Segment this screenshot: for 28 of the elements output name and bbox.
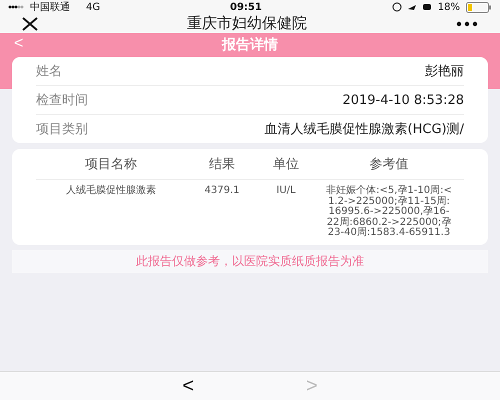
- table-cell-text: 非妊娠个体:<5,孕1-10周:<1.2->225000;孕11-15周: 16995.6->225000,孕16-22周:6860.2->225000;孕23-40周:1583.4-65911.3: [325, 184, 453, 240]
- field-label: 检查时间: [36, 92, 88, 109]
- table-cell-text: 4379.1: [204, 184, 240, 198]
- status-icons: [392, 2, 432, 12]
- battery-icon: [466, 2, 492, 12]
- field-label: 姓名: [36, 63, 62, 80]
- network-type: 4G: [86, 2, 100, 12]
- carrier-name: 中国联通: [30, 0, 70, 14]
- column-header: 结果: [186, 149, 258, 180]
- column-header: 项目名称: [36, 149, 186, 180]
- battery-percent: 18%: [438, 2, 460, 12]
- back-nav-button[interactable]: <: [176, 374, 200, 398]
- clock-time: 09:51: [230, 2, 262, 12]
- signal-icon: [8, 4, 24, 10]
- field-label: 项目类别: [36, 121, 88, 138]
- table-cell-text: IU/L: [275, 184, 297, 198]
- page-title: 重庆市妇幼保健院: [187, 14, 307, 33]
- close-icon[interactable]: [22, 16, 38, 30]
- column-header: 单位: [258, 149, 314, 180]
- field-value: 2019-4-10 8:53:28: [342, 92, 464, 108]
- column-header: 参考值: [314, 149, 464, 180]
- notice-banner: 此报告仅做参考，以医院实质纸质报告为准: [12, 250, 488, 272]
- header-title: 报告详情: [222, 36, 278, 54]
- field-value: 血清人绒毛膜促性腺激素(HCG)测/: [264, 121, 464, 138]
- back-button[interactable]: <: [14, 35, 24, 53]
- field-value: 彭艳丽: [425, 63, 464, 80]
- table-cell-text: 人绒毛膜促性腺激素: [65, 184, 157, 198]
- more-icon[interactable]: [456, 20, 478, 26]
